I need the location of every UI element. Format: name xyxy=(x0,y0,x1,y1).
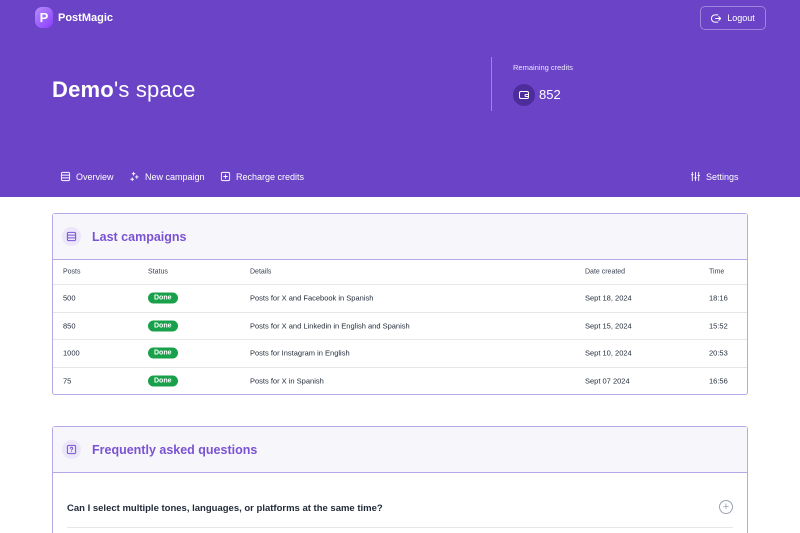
page-title: Demo's space xyxy=(52,77,196,103)
posts-count: 75 xyxy=(63,376,72,386)
wallet-icon xyxy=(513,84,535,106)
faq-question[interactable]: Can I select multiple tones, languages, … xyxy=(67,503,383,514)
list-icon xyxy=(62,227,81,246)
status-badge: Done xyxy=(148,375,178,387)
time-created: 20:53 xyxy=(709,348,728,358)
status-badge: Done xyxy=(148,320,178,332)
faq-card: Frequently asked questions Can I select … xyxy=(52,426,748,533)
logout-icon xyxy=(711,13,722,23)
nav-settings[interactable]: Settings xyxy=(690,171,739,182)
posts-count: 1000 xyxy=(63,348,80,358)
nav-recharge-credits[interactable]: Recharge credits xyxy=(220,171,304,182)
expand-plus-icon[interactable]: + xyxy=(719,500,733,514)
credits-value: 852 xyxy=(539,87,561,102)
logout-label: Logout xyxy=(727,13,755,23)
sparkles-icon xyxy=(130,171,139,182)
column-status: Status xyxy=(148,268,168,276)
logout-button[interactable]: Logout xyxy=(700,6,766,30)
plus-square-icon xyxy=(220,171,231,182)
date-created: Sept 15, 2024 xyxy=(585,321,632,331)
nav-overview-label: Overview xyxy=(76,171,114,182)
status-badge: Done xyxy=(148,292,178,304)
faq-header: Frequently asked questions xyxy=(53,427,747,473)
date-created: Sept 18, 2024 xyxy=(585,293,632,303)
column-posts: Posts xyxy=(63,268,81,276)
posts-count: 500 xyxy=(63,293,76,303)
time-created: 16:56 xyxy=(709,376,728,386)
question-icon xyxy=(62,440,81,459)
faq-divider xyxy=(67,527,733,528)
last-campaigns-header: Last campaigns xyxy=(53,214,747,260)
space-owner-name: Demo xyxy=(52,77,114,102)
table-row[interactable]: 850 Done Posts for X and Linkedin in Eng… xyxy=(53,313,747,340)
table-row[interactable]: 500 Done Posts for X and Facebook in Spa… xyxy=(53,285,747,313)
header-banner: P PostMagic Logout Demo's space Remainin… xyxy=(0,0,800,197)
last-campaigns-card: Last campaigns Posts Status Details Date… xyxy=(52,213,748,395)
nav-settings-label: Settings xyxy=(706,171,739,182)
column-details: Details xyxy=(250,268,272,276)
status-badge: Done xyxy=(148,347,178,359)
nav-new-campaign-label: New campaign xyxy=(145,171,205,182)
nav-overview[interactable]: Overview xyxy=(60,171,114,182)
table-header: Posts Status Details Date created Time xyxy=(53,260,747,285)
campaign-details: Posts for X and Facebook in Spanish xyxy=(250,293,374,303)
faq-title: Frequently asked questions xyxy=(92,442,258,457)
last-campaigns-title: Last campaigns xyxy=(92,229,187,244)
date-created: Sept 10, 2024 xyxy=(585,348,632,358)
header-divider xyxy=(491,57,492,111)
campaign-details: Posts for Instagram in English xyxy=(250,348,350,358)
table-row[interactable]: 1000 Done Posts for Instagram in English… xyxy=(53,340,747,368)
campaign-details: Posts for X in Spanish xyxy=(250,376,324,386)
nav-recharge-label: Recharge credits xyxy=(236,171,305,182)
sliders-icon xyxy=(690,171,701,182)
table-row[interactable]: 75 Done Posts for X in Spanish Sept 07 2… xyxy=(53,368,747,396)
postmagic-logo-icon: P xyxy=(35,7,53,28)
nav-new-campaign[interactable]: New campaign xyxy=(129,171,205,182)
posts-count: 850 xyxy=(63,321,76,331)
brand[interactable]: P PostMagic xyxy=(35,7,113,28)
time-created: 18:16 xyxy=(709,293,728,303)
overview-icon xyxy=(60,171,71,182)
column-date-created: Date created xyxy=(585,268,626,276)
credits-label: Remaining credits xyxy=(513,63,574,72)
date-created: Sept 07 2024 xyxy=(585,376,630,386)
column-time: Time xyxy=(709,268,725,276)
space-title-suffix: 's space xyxy=(113,77,196,102)
time-created: 15:52 xyxy=(709,321,728,331)
campaign-details: Posts for X and Linkedin in English and … xyxy=(250,321,410,331)
brand-name: PostMagic xyxy=(58,11,114,24)
